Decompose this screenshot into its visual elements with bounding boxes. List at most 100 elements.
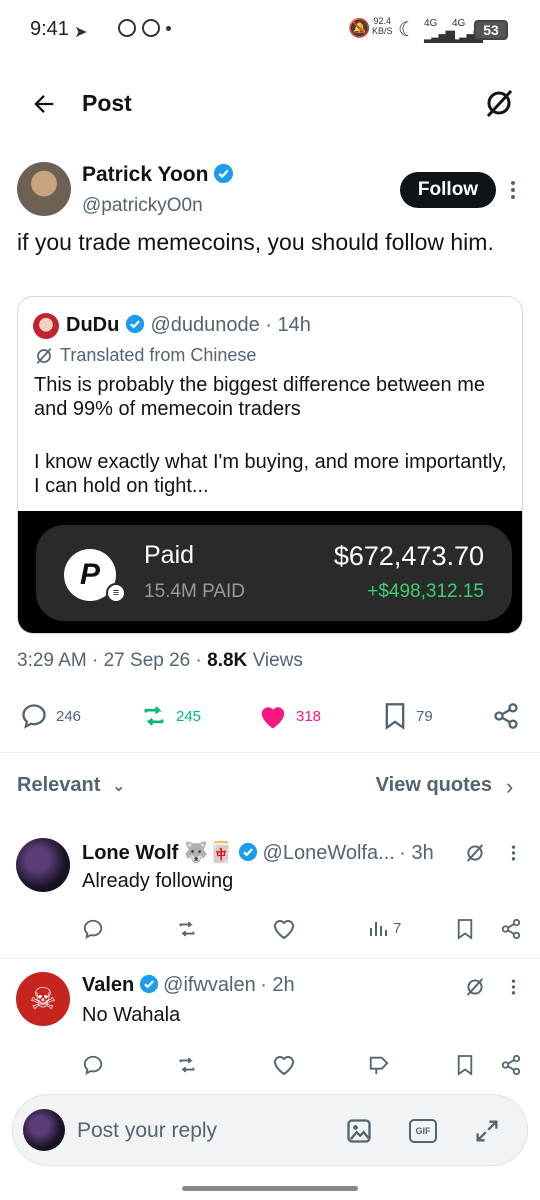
reply-time: · 3h [399,842,434,864]
author-name[interactable]: Patrick Yoon [82,163,208,186]
whatsapp-icon [118,19,136,37]
payment-card: P ≡ Paid 15.4M PAID $672,473.70 +$498,31… [36,525,512,621]
more-options-button[interactable] [510,180,516,200]
quote-name: DuDu [66,314,120,336]
back-button[interactable] [30,90,58,118]
reply-repost-button[interactable] [176,1054,198,1076]
repost-icon [144,706,164,726]
card-value: $672,473.70 [333,541,484,571]
reply-icon [83,1055,103,1076]
reply-button[interactable]: 246 [20,702,81,730]
quoted-post[interactable]: DuDu @dudunode · 14h Translated from Chi… [17,296,523,634]
reply-item[interactable]: Lone Wolf 🐺🀄 @LoneWolfa... · 3h Already … [0,826,540,958]
reply-reply-button[interactable] [82,1054,104,1076]
reply-bookmark-button[interactable] [456,1054,474,1076]
repost-icon [179,921,195,937]
bookmark-count: 79 [416,707,433,725]
repost-icon [179,1057,195,1073]
follow-button[interactable]: Follow [400,172,496,208]
reply-views-button[interactable]: 7 [368,918,401,938]
reply-text: No Wahala [82,1004,181,1026]
views-label: Views [252,650,303,671]
verified-icon [139,974,158,994]
grok-button[interactable] [484,88,514,118]
page-title: Post [82,90,132,116]
reply-handle[interactable]: @ifwvalen [163,974,256,996]
net-speed-unit: KB/S [372,26,393,36]
reply-share-button[interactable] [500,918,522,940]
card-title: Paid [144,541,195,569]
grok-button[interactable] [464,976,486,998]
reply-share-button[interactable] [500,1054,522,1076]
reply-name[interactable]: Valen [82,974,134,996]
translate-icon [36,347,52,364]
expand-icon [476,1120,498,1142]
home-indicator[interactable] [182,1186,358,1191]
bookmark-button[interactable]: 79 [382,702,433,730]
grok-icon [486,89,513,118]
more-vertical-icon [511,979,516,995]
reply-icon [22,704,46,729]
quote-text-2: I know exactly what I'm buying, and more… [34,451,507,497]
reply-like-button[interactable] [272,918,296,940]
reply-composer[interactable]: Post your reply GIF [12,1094,528,1166]
heart-icon [273,1056,295,1076]
reply-avatar[interactable]: ☠ [16,972,70,1026]
share-icon [501,1054,521,1076]
reply-bookmark-button[interactable] [456,918,474,940]
status-time: 9:41 [30,18,69,40]
reply-repost-button[interactable] [176,918,198,940]
gif-button[interactable]: GIF [409,1119,437,1143]
signal-1: 4G ▂▃▅▇ [424,18,455,43]
divider [0,752,540,753]
quote-media[interactable]: P ≡ Paid 15.4M PAID $672,473.70 +$498,31… [18,511,522,633]
reply-name[interactable]: Lone Wolf 🐺🀄 [82,842,234,864]
quote-time: · 14h [265,314,311,336]
image-button[interactable] [345,1117,373,1145]
quote-handle: @dudunode [150,314,260,336]
reply-text: Already following [82,870,234,892]
bookmark-icon [385,703,405,730]
image-icon [347,1119,371,1143]
reply-input[interactable]: Post your reply [77,1119,217,1143]
reply-header: Valen @ifwvalen · 2h [82,974,295,997]
grok-icon [466,978,484,996]
chevron-down-icon: ⌄ [111,778,126,795]
more-vertical-icon [511,181,515,199]
post-actions: 246 245 318 79 [0,694,540,738]
reply-like-button[interactable] [272,1054,296,1076]
view-quotes-link[interactable]: View quotes [376,774,492,797]
share-button[interactable] [492,702,520,730]
reply-reply-button[interactable] [82,918,104,940]
bookmark-icon [457,1055,473,1076]
card-gain: +$498,312.15 [367,581,484,602]
more-options-button[interactable] [511,978,516,996]
reply-item[interactable]: ☠ Valen @ifwvalen · 2h No Wahala [0,960,540,1090]
heart-filled-icon [261,707,285,729]
reply-tip-button[interactable] [368,1054,390,1076]
chevron-right-icon: › [506,774,514,799]
author-avatar[interactable] [17,162,71,216]
grok-button[interactable] [464,842,486,864]
repost-button[interactable]: 245 [140,702,201,730]
views-count[interactable]: 8.8K [207,650,247,671]
net-speed: 92.4 KB/S [372,16,393,36]
sort-label: Relevant [17,774,101,796]
author-handle[interactable]: @patrickyO0n [82,195,203,217]
sort-dropdown[interactable]: Relevant ⌄ [17,774,125,797]
author-name-row[interactable]: Patrick Yoon [82,163,234,187]
tip-icon [369,1056,389,1075]
analytics-icon [370,922,387,936]
quote-avatar [33,313,59,339]
more-options-button[interactable] [511,844,516,862]
badge-icon: ≡ [106,583,126,603]
translated-label[interactable]: Translated from Chinese [34,345,256,366]
post-time: 3:29 AM [17,650,87,671]
composer-avatar [23,1109,65,1151]
net-speed-value: 92.4 [373,16,392,26]
reply-avatar[interactable] [16,838,70,892]
expand-button[interactable] [473,1117,501,1145]
reply-handle[interactable]: @LoneWolfa... [263,842,395,864]
like-button[interactable]: 318 [258,702,321,730]
verified-icon [239,842,258,862]
